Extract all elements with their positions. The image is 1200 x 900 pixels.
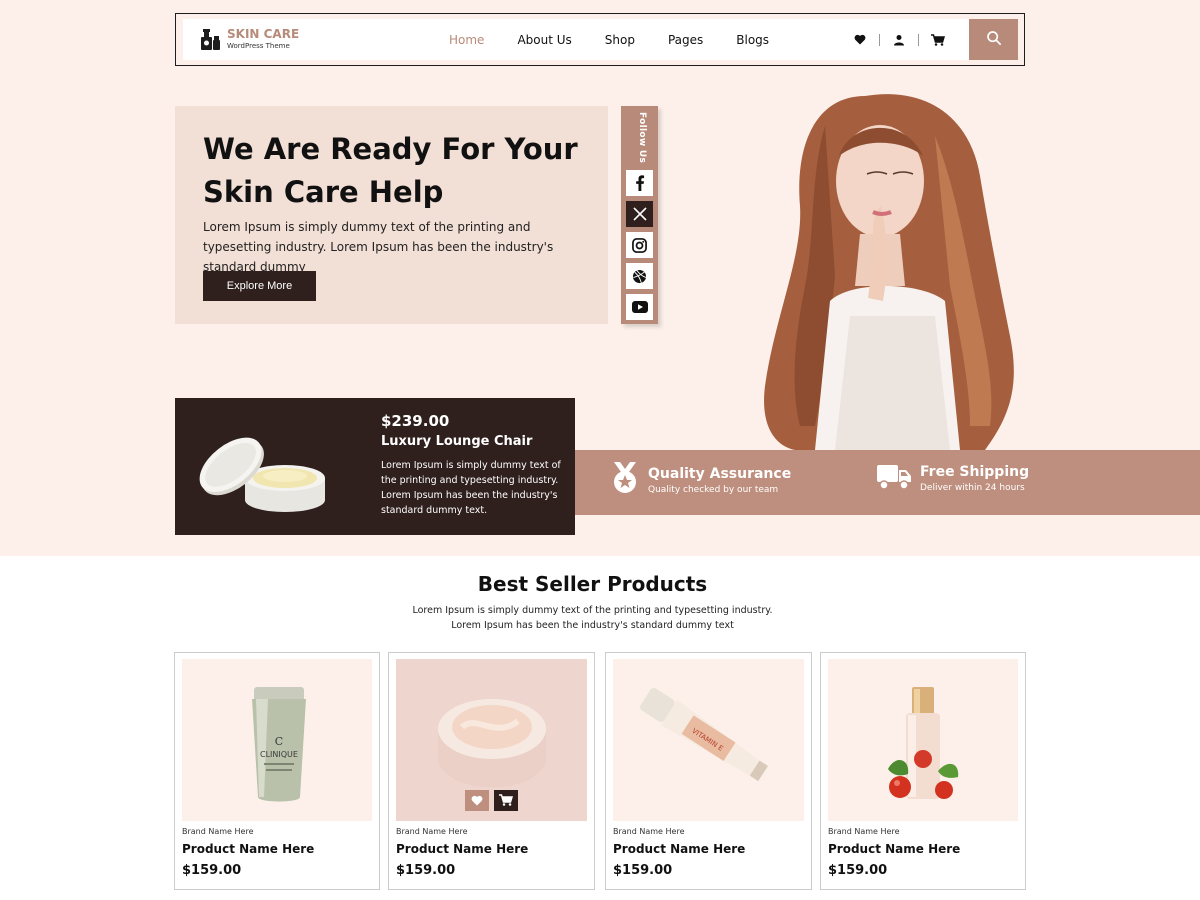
follow-us-panel: Follow Us bbox=[621, 106, 658, 324]
logo-icon bbox=[199, 27, 221, 51]
explore-more-button[interactable]: Explore More bbox=[203, 271, 316, 301]
product-brand: Brand Name Here bbox=[396, 827, 468, 836]
x-twitter-icon[interactable] bbox=[626, 201, 653, 227]
instagram-icon[interactable] bbox=[626, 232, 653, 258]
subtitle-line: Lorem Ipsum is simply dummy text of the … bbox=[412, 605, 773, 616]
logo-subtitle: WordPress Theme bbox=[227, 42, 290, 50]
feature-subtitle: Quality checked by our team bbox=[648, 485, 779, 495]
main-nav: Home About Us Shop Pages Blogs bbox=[449, 19, 802, 60]
hero-title: We Are Ready For Your Skin Care Help bbox=[203, 132, 578, 209]
heart-icon[interactable] bbox=[849, 29, 871, 51]
product-card[interactable]: Brand Name Here Product Name Here $159.0… bbox=[388, 652, 595, 890]
product-brand: Brand Name Here bbox=[182, 827, 254, 836]
hero-description: Lorem Ipsum is simply dummy text of the … bbox=[203, 220, 554, 274]
header-bar: SKIN CARE WordPress Theme Home About Us … bbox=[183, 19, 969, 60]
subtitle-line: Lorem Ipsum has been the industry's stan… bbox=[451, 620, 734, 631]
product-brand: Brand Name Here bbox=[613, 827, 685, 836]
divider bbox=[879, 33, 880, 46]
search-button[interactable] bbox=[969, 19, 1018, 60]
best-seller-subtitle: Lorem Ipsum is simply dummy text of the … bbox=[0, 603, 1185, 633]
truck-icon bbox=[877, 462, 911, 494]
nav-home[interactable]: Home bbox=[449, 33, 484, 47]
product-brand: Brand Name Here bbox=[828, 827, 900, 836]
features-bar: Quality Assurance Quality checked by our… bbox=[575, 450, 1200, 515]
nav-blogs[interactable]: Blogs bbox=[736, 33, 769, 47]
product-price: $159.00 bbox=[182, 863, 242, 878]
cream-jar-image bbox=[193, 420, 333, 520]
cart-icon[interactable] bbox=[927, 29, 949, 51]
product-price: $159.00 bbox=[396, 863, 456, 878]
product-price: $159.00 bbox=[828, 863, 888, 878]
product-name[interactable]: Product Name Here bbox=[828, 842, 960, 856]
header-icons bbox=[849, 19, 949, 60]
heart-icon bbox=[471, 791, 483, 810]
product-price: $159.00 bbox=[613, 863, 673, 878]
wishlist-button[interactable] bbox=[465, 790, 489, 811]
product-card[interactable]: VITAMIN E Brand Name Here Product Name H… bbox=[605, 652, 812, 890]
product-name[interactable]: Product Name Here bbox=[613, 842, 745, 856]
feature-free-shipping: Free Shipping Deliver within 24 hours bbox=[877, 462, 1029, 494]
featured-product-name: Luxury Lounge Chair bbox=[381, 434, 533, 449]
product-image[interactable] bbox=[396, 659, 587, 821]
hero-banner: We Are Ready For Your Skin Care Help Lor… bbox=[175, 106, 608, 324]
product-image[interactable]: C CLINIQUE bbox=[182, 659, 372, 821]
svg-text:C: C bbox=[275, 735, 283, 748]
product-name[interactable]: Product Name Here bbox=[396, 842, 528, 856]
add-to-cart-button[interactable] bbox=[494, 790, 518, 811]
nav-about-us[interactable]: About Us bbox=[517, 33, 571, 47]
feature-title: Quality Assurance bbox=[648, 466, 792, 482]
logo[interactable]: SKIN CARE WordPress Theme bbox=[199, 27, 299, 51]
product-card[interactable]: C CLINIQUE Brand Name Here Product Name … bbox=[174, 652, 380, 890]
medal-icon bbox=[611, 462, 639, 498]
site-header: SKIN CARE WordPress Theme Home About Us … bbox=[175, 13, 1025, 66]
logo-title: SKIN CARE bbox=[227, 27, 300, 41]
best-seller-title: Best Seller Products bbox=[477, 572, 708, 596]
cart-icon bbox=[499, 791, 514, 810]
nav-shop[interactable]: Shop bbox=[605, 33, 635, 47]
facebook-icon[interactable] bbox=[626, 170, 653, 196]
product-name[interactable]: Product Name Here bbox=[182, 842, 314, 856]
product-label-text: CLINIQUE bbox=[260, 750, 298, 759]
nav-pages[interactable]: Pages bbox=[668, 33, 703, 47]
divider bbox=[918, 33, 919, 46]
featured-product-description: Lorem Ipsum is simply dummy text of the … bbox=[381, 460, 561, 516]
product-card[interactable]: Brand Name Here Product Name Here $159.0… bbox=[820, 652, 1026, 890]
product-image[interactable]: VITAMIN E bbox=[613, 659, 804, 821]
search-icon bbox=[986, 30, 1002, 50]
follow-us-label: Follow Us bbox=[637, 112, 647, 164]
user-icon[interactable] bbox=[888, 29, 910, 51]
feature-title: Free Shipping bbox=[920, 464, 1030, 480]
featured-product-card[interactable]: $239.00 Luxury Lounge Chair Lorem Ipsum … bbox=[175, 398, 575, 535]
feature-subtitle: Deliver within 24 hours bbox=[920, 483, 1025, 493]
product-image[interactable] bbox=[828, 659, 1018, 821]
youtube-icon[interactable] bbox=[626, 294, 653, 320]
dribbble-icon[interactable] bbox=[626, 263, 653, 289]
feature-quality-assurance: Quality Assurance Quality checked by our… bbox=[611, 462, 791, 498]
hero-model-image bbox=[755, 86, 1030, 451]
featured-product-price: $239.00 bbox=[381, 412, 450, 430]
